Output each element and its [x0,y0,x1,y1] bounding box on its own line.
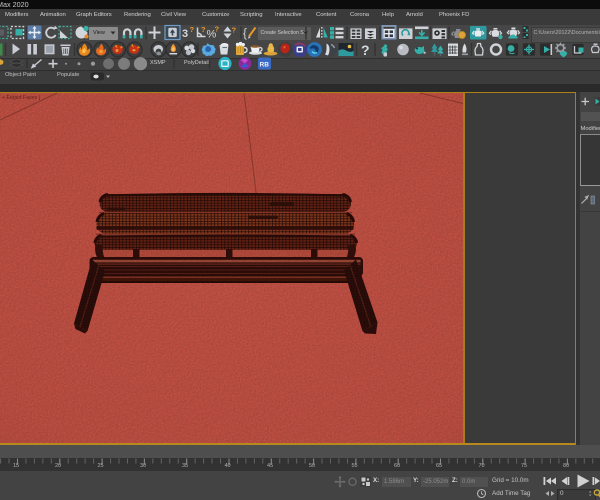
svg-text:?: ? [215,25,220,34]
svg-text:RB: RB [260,62,270,69]
svg-text:?: ? [361,42,370,58]
svg-text:3: 3 [182,28,188,40]
svg-text:?: ? [232,26,237,35]
svg-text:?: ? [201,25,206,34]
svg-text:?: ? [190,25,195,34]
svg-text:{: { [243,28,247,40]
